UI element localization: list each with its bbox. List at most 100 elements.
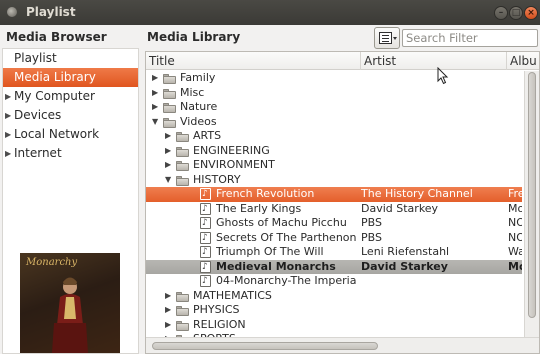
expand-arrow-icon[interactable]: ▶ [152, 86, 158, 101]
cover-title: Monarchy [26, 257, 78, 268]
media-album: NOV [508, 216, 522, 229]
vertical-scroll-thumb[interactable] [528, 72, 536, 318]
folder-icon [163, 88, 176, 99]
media-row[interactable]: 04-Monarchy-The Imperial ... [146, 274, 522, 289]
folder-row[interactable]: ▶ RELIGION [146, 318, 522, 333]
expand-arrow-icon[interactable]: ▶ [5, 144, 11, 163]
folder-title: RELIGION [193, 317, 246, 331]
vertical-scrollbar[interactable] [524, 71, 539, 337]
collapse-arrow-icon[interactable]: ▼ [152, 115, 158, 130]
folder-row[interactable]: ▼ HISTORY [146, 173, 522, 188]
sidebar-item-label: Devices [14, 108, 62, 122]
expand-arrow-icon[interactable]: ▶ [165, 144, 171, 159]
collapse-arrow-icon[interactable]: ▼ [165, 173, 171, 188]
app-icon [7, 7, 17, 17]
media-library-panel: Media Library Title Artist Albu ▶Family▶… [140, 25, 540, 354]
media-row[interactable]: Medieval Monarchs David Starkey Mon [146, 259, 522, 274]
expand-arrow-icon[interactable]: ▶ [165, 289, 171, 304]
folder-icon [176, 132, 189, 142]
folder-row[interactable]: ▶ Family [146, 71, 522, 86]
expand-arrow-icon[interactable]: ▶ [165, 158, 171, 173]
media-artist: David Starkey [361, 201, 439, 215]
media-title: 04-Monarchy-The Imperial ... [216, 274, 357, 287]
mouse-cursor-icon [437, 67, 449, 85]
sidebar-item-playlist[interactable]: Playlist [3, 49, 138, 68]
folder-title: Family [180, 71, 216, 84]
folder-title: Nature [180, 100, 218, 113]
media-row[interactable]: Ghosts of Machu Picchu PBS NOV [146, 216, 522, 231]
window-title: Playlist [26, 5, 76, 19]
folder-title: Videos [180, 114, 217, 128]
folder-row[interactable]: ▶ MATHEMATICS [146, 289, 522, 304]
sidebar-item-my-computer[interactable]: ▶ My Computer [3, 87, 138, 106]
folder-row[interactable]: ▶ ENGINEERING [146, 144, 522, 159]
media-row[interactable]: Triumph Of The Will Leni Riefenstahl War [146, 245, 522, 260]
sidebar-item-label: Playlist [14, 51, 57, 65]
column-header-title[interactable]: Title [146, 52, 361, 70]
media-browser-sidebar: Media Browser Playlist Media Library ▶ My C… [0, 25, 140, 354]
expand-arrow-icon[interactable]: ▶ [165, 318, 171, 333]
playlist-view-icon [379, 32, 392, 44]
minimize-button[interactable]: – [494, 6, 508, 20]
sidebar-title: Media Browser [6, 30, 107, 44]
media-file-icon [200, 202, 211, 216]
folder-title: HISTORY [193, 172, 241, 186]
album-cover-art: Monarchy [20, 253, 120, 353]
table-body: ▶ Family ▶ Misc ▶ Nature ▼ Videos ▶ ARTS ▶ ENGINEER… [146, 71, 539, 337]
sidebar-item-label: My Computer [14, 89, 95, 103]
media-row[interactable]: The Early Kings David Starkey Mon [146, 201, 522, 216]
close-button[interactable]: × [524, 6, 538, 20]
media-file-icon [200, 187, 211, 202]
sidebar-item-internet[interactable]: ▶ Internet [3, 144, 138, 163]
folder-icon [176, 320, 189, 331]
media-artist: PBS [361, 216, 382, 229]
media-table: Title Artist Albu ▶ Family ▶ Misc ▶ Nature ▼ Vi… [145, 51, 540, 354]
media-artist: Leni Riefenstahl [361, 245, 450, 258]
expand-arrow-icon[interactable]: ▶ [152, 100, 158, 115]
folder-row[interactable]: ▶ Misc [146, 86, 522, 101]
expand-arrow-icon[interactable]: ▶ [5, 87, 11, 106]
media-row[interactable]: Secrets Of The Parthenon PBS NOV [146, 230, 522, 245]
media-title: Medieval Monarchs [216, 259, 336, 273]
horizontal-scrollbar[interactable] [146, 337, 539, 353]
panel-title: Media Library [147, 30, 241, 44]
folder-icon [163, 74, 176, 84]
media-album: Fren [508, 187, 522, 200]
folder-icon [176, 175, 189, 186]
expand-arrow-icon[interactable]: ▶ [165, 129, 171, 144]
media-file-icon [200, 260, 211, 274]
folder-row[interactable]: ▼ Videos [146, 115, 522, 130]
sidebar-item-label: Media Library [14, 70, 96, 84]
maximize-button[interactable]: □ [509, 6, 523, 20]
sidebar-item-local-network[interactable]: ▶ Local Network [3, 125, 138, 144]
folder-icon [176, 306, 189, 316]
view-mode-button[interactable] [374, 27, 400, 49]
media-file-icon [200, 274, 211, 289]
column-header-album[interactable]: Albu [507, 52, 539, 70]
folder-row[interactable]: ▶ ENVIRONMENT [146, 158, 522, 173]
title-bar: Playlist – □ × [0, 0, 540, 25]
folder-row[interactable]: ▶ ARTS [146, 129, 522, 144]
search-filter-input[interactable] [402, 29, 538, 47]
horizontal-scroll-thumb[interactable] [152, 342, 378, 350]
folder-title: PHYSICS [193, 303, 240, 316]
media-album: War [508, 245, 522, 258]
media-row[interactable]: French Revolution The History Channel Fren [146, 187, 522, 202]
sidebar-item-media-library[interactable]: Media Library [3, 68, 138, 87]
sidebar-item-devices[interactable]: ▶ Devices [3, 106, 138, 125]
folder-title: ENGINEERING [193, 143, 270, 157]
media-title: Secrets Of The Parthenon [216, 230, 357, 244]
column-header-artist[interactable]: Artist [361, 52, 507, 70]
folder-icon [176, 161, 189, 171]
expand-arrow-icon[interactable]: ▶ [5, 125, 11, 144]
media-album: NOV [508, 230, 522, 244]
sidebar-item-label: Local Network [14, 127, 100, 141]
expand-arrow-icon[interactable]: ▶ [152, 71, 158, 86]
folder-row[interactable]: ▶ Nature [146, 100, 522, 115]
folder-icon [163, 117, 176, 128]
folder-title: Misc [180, 85, 205, 99]
folder-row[interactable]: ▶ PHYSICS [146, 303, 522, 318]
expand-arrow-icon[interactable]: ▶ [5, 106, 11, 125]
expand-arrow-icon[interactable]: ▶ [165, 303, 171, 318]
folder-title: ENVIRONMENT [193, 158, 275, 171]
